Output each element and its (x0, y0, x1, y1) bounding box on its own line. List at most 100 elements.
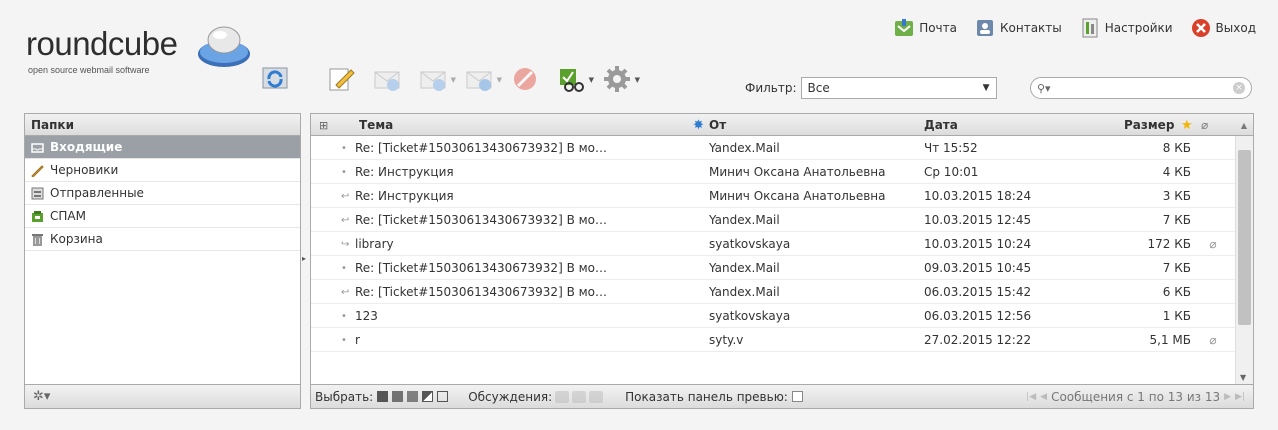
select-none-icon[interactable] (437, 391, 449, 402)
column-from[interactable]: От (709, 114, 726, 136)
message-date: 09.03.2015 10:45 (924, 261, 1032, 275)
compose-button[interactable] (324, 62, 358, 96)
paperclip-icon: ⌀ (1209, 333, 1217, 347)
next-page-icon[interactable]: ▶ (1224, 392, 1231, 402)
status-icon: • (341, 166, 347, 178)
nav-logout[interactable]: Выход (1191, 18, 1256, 38)
forward-button[interactable]: ▼ (462, 62, 502, 96)
select-unread-icon[interactable] (407, 391, 419, 402)
select-page-icon[interactable] (392, 391, 404, 402)
top-navigation: Почта Контакты Настройки Выход (894, 18, 1256, 38)
expand-unread-threads-icon[interactable] (572, 390, 587, 403)
scroll-down-icon[interactable]: ▼ (1240, 373, 1246, 382)
folder-actions-gear-icon[interactable]: ✲▾ (33, 389, 50, 404)
message-date: 10.03.2015 18:24 (924, 189, 1032, 203)
select-label: Выбрать: (315, 389, 374, 404)
delete-button[interactable] (508, 62, 542, 96)
chevron-down-icon: ▼ (634, 76, 640, 84)
status-icon: • (341, 310, 347, 322)
message-date: Чт 15:52 (924, 141, 978, 155)
filter-label: Фильтр: (745, 81, 797, 95)
expand-all-threads-icon[interactable] (555, 390, 570, 403)
message-date: 06.03.2015 15:42 (924, 285, 1032, 299)
message-subject: • Re: Инструкция (341, 165, 454, 179)
message-size: 7 КБ (1162, 261, 1191, 275)
refresh-icon (262, 67, 288, 89)
folders-footer: ✲▾ (25, 384, 300, 408)
message-subject: ↩ Re: [Ticket#15030613430673932] В мо… (341, 213, 608, 227)
reply-all-button[interactable]: ▼ (416, 62, 456, 96)
message-size: 1 КБ (1162, 309, 1191, 323)
folder-trash[interactable]: Корзина (25, 228, 300, 251)
select-invert-icon[interactable] (422, 391, 434, 402)
search-input[interactable]: ⚲▾ × (1030, 77, 1252, 99)
preview-pane-label: Показать панель превью: (625, 389, 788, 404)
table-row[interactable]: • 123 syatkovskaya 06.03.2015 12:56 1 КБ (311, 304, 1236, 328)
paperclip-icon: ⌀ (1209, 237, 1217, 251)
spam-icon (31, 210, 44, 223)
preview-pane-checkbox[interactable] (791, 391, 803, 402)
gear-icon (604, 66, 630, 92)
table-row[interactable]: • Re: [Ticket#15030613430673932] В мо… Ya… (311, 136, 1236, 160)
filter-select[interactable]: Все ▼ (800, 77, 997, 99)
message-subject: ↩ Re: [Ticket#15030613430673932] В мо… (341, 285, 608, 299)
table-row[interactable]: • Re: Инструкция Минич Оксана Анатольевна… (311, 160, 1236, 184)
folder-label: Отправленные (50, 186, 144, 200)
table-row[interactable]: ↪ library syatkovskaya 10.03.2015 10:24 1… (311, 232, 1236, 256)
mark-button[interactable]: ▼ (554, 62, 594, 96)
reply-button[interactable] (370, 62, 404, 96)
pager-text: Сообщения с 1 по 13 из 13 (1051, 390, 1221, 404)
folder-label: Корзина (50, 232, 103, 246)
folders-panel: Папки Входящие Черновики Отправленные СП… (24, 113, 301, 409)
message-subject: • 123 (341, 309, 378, 323)
settings-icon (1080, 18, 1100, 38)
scroll-up-icon[interactable]: ▲ (1235, 114, 1253, 136)
collapse-threads-icon[interactable] (589, 390, 604, 403)
message-size: 4 КБ (1162, 165, 1191, 179)
folder-label: Черновики (50, 163, 119, 177)
last-page-icon[interactable]: ▶| (1235, 392, 1245, 402)
prev-page-icon[interactable]: ◀ (1040, 392, 1047, 402)
panel-splitter[interactable]: ▸ (302, 254, 306, 263)
message-size: 8 КБ (1162, 141, 1191, 155)
check-mail-button[interactable] (258, 62, 292, 96)
nav-contacts-label: Контакты (1000, 21, 1062, 35)
logo-tagline: open source webmail software (28, 65, 150, 75)
mail-icon (894, 18, 914, 38)
attachment-column-icon[interactable]: ⌀ (1201, 114, 1208, 136)
table-row[interactable]: ↩ Re: [Ticket#15030613430673932] В мо… Ya… (311, 208, 1236, 232)
message-size: 172 КБ (1147, 237, 1191, 251)
nav-contacts[interactable]: Контакты (975, 18, 1062, 38)
unread-column-icon[interactable]: ✸ (693, 114, 704, 136)
first-page-icon[interactable]: |◀ (1026, 392, 1036, 402)
column-size[interactable]: Размер (1124, 114, 1174, 136)
message-list-footer: Выбрать: Обсуждения: Показать панель пре… (311, 384, 1253, 408)
folder-label: СПАМ (50, 209, 86, 223)
select-all-icon[interactable] (377, 391, 389, 402)
list-options-icon[interactable]: ⊞ (319, 114, 328, 136)
scrollbar-thumb[interactable] (1238, 150, 1251, 325)
table-row[interactable]: ↩ Re: [Ticket#15030613430673932] В мо… Ya… (311, 280, 1236, 304)
nav-settings[interactable]: Настройки (1080, 18, 1173, 38)
message-list-scrollbar[interactable]: ▼ (1235, 136, 1253, 384)
table-row[interactable]: • r syty.v 27.02.2015 12:22 5,1 МБ ⌀ (311, 328, 1236, 352)
folder-sent[interactable]: Отправленные (25, 182, 300, 205)
message-size: 6 КБ (1162, 285, 1191, 299)
flag-column-icon[interactable]: ★ (1181, 114, 1193, 136)
clear-search-icon[interactable]: × (1233, 82, 1245, 94)
replied-icon: ↩ (341, 286, 350, 298)
folder-inbox[interactable]: Входящие (25, 136, 300, 159)
compose-pencil-icon (329, 68, 355, 91)
message-from: Минич Оксана Анатольевна (709, 165, 886, 179)
table-row[interactable]: ↩ Re: Инструкция Минич Оксана Анатольевна… (311, 184, 1236, 208)
table-row[interactable]: • Re: [Ticket#15030613430673932] В мо… Ya… (311, 256, 1236, 280)
nav-mail[interactable]: Почта (894, 18, 957, 38)
column-headers: ⊞ Тема ✸ От Дата Размер ★ ⌀ (311, 114, 1236, 136)
column-subject[interactable]: Тема (359, 114, 393, 136)
chevron-down-icon: ▼ (450, 76, 456, 84)
folder-drafts[interactable]: Черновики (25, 159, 300, 182)
folder-list: Входящие Черновики Отправленные СПАМ Кор… (25, 136, 300, 251)
folder-spam[interactable]: СПАМ (25, 205, 300, 228)
column-date[interactable]: Дата (924, 114, 958, 136)
more-actions-button[interactable]: ▼ (600, 62, 640, 96)
